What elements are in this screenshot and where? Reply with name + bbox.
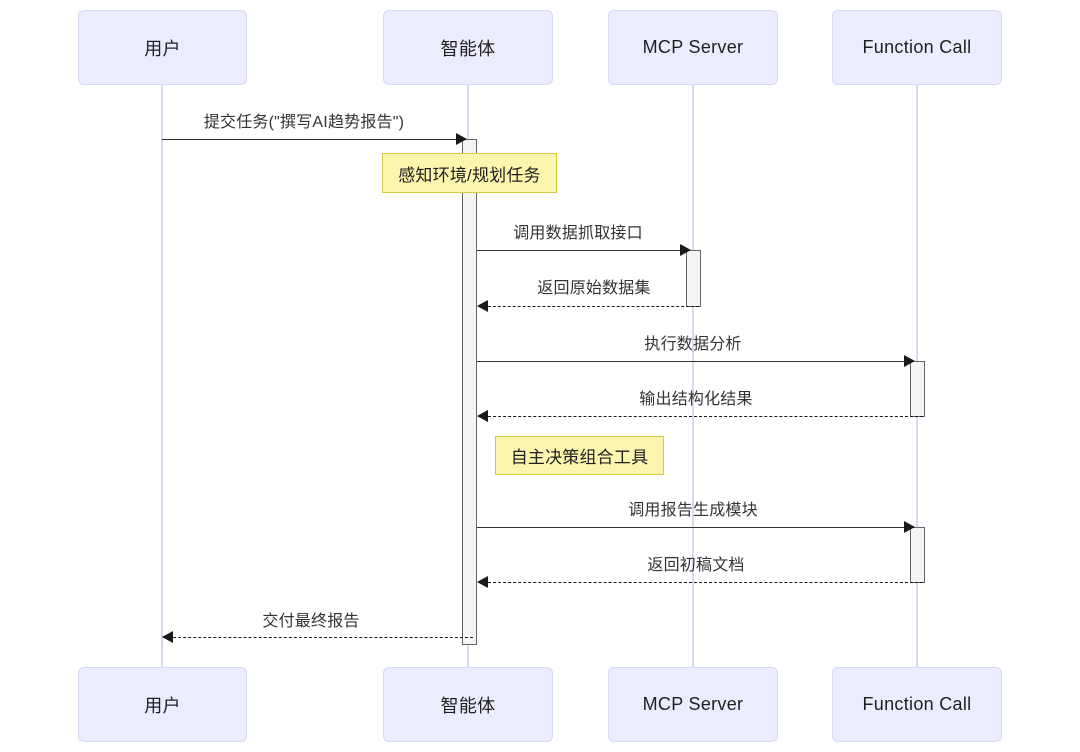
message-label: 交付最终报告	[262, 613, 360, 630]
participant-label: 用户	[144, 695, 181, 716]
arrow-head-left	[477, 300, 488, 312]
participant-label: Function Call	[862, 694, 972, 714]
sequence-diagram-canvas: 用户 智能体 MCP Server Function Call 用户 智能体 MCP Ser…	[0, 0, 1080, 752]
message-label: 执行数据分析	[644, 336, 742, 353]
message-line	[477, 527, 914, 528]
message-line	[162, 139, 466, 140]
participant-label: 智能体	[440, 38, 496, 59]
participant-mcp-bottom[interactable]: MCP Server	[608, 667, 778, 742]
note-label: 自主决策组合工具	[510, 448, 649, 467]
participant-function-top[interactable]: Function Call	[832, 10, 1002, 85]
arrow-head-right	[904, 521, 915, 533]
message-label: 调用数据抓取接口	[513, 225, 643, 242]
act-function-2	[910, 527, 925, 583]
participant-label: 用户	[144, 38, 181, 59]
message-line	[478, 582, 923, 583]
participant-agent-top[interactable]: 智能体	[383, 10, 553, 85]
arrow-head-left	[477, 576, 488, 588]
message-label: 调用报告生成模块	[628, 502, 758, 519]
message-label: 返回初稿文档	[647, 557, 745, 574]
message-label: 输出结构化结果	[639, 391, 753, 408]
participant-label: Function Call	[862, 37, 972, 57]
act-mcp	[686, 250, 701, 307]
participant-mcp-top[interactable]: MCP Server	[608, 10, 778, 85]
note-n1: 感知环境/规划任务	[382, 153, 557, 193]
lifeline-mcp	[692, 85, 694, 667]
act-function-1	[910, 361, 925, 417]
participant-function-bottom[interactable]: Function Call	[832, 667, 1002, 742]
participant-user-bottom[interactable]: 用户	[78, 667, 247, 742]
message-line	[478, 416, 923, 417]
act-agent	[462, 139, 477, 645]
note-n2: 自主决策组合工具	[495, 436, 664, 475]
arrow-head-left	[162, 631, 173, 643]
message-label: 返回原始数据集	[537, 280, 651, 297]
message-line	[477, 250, 690, 251]
message-line	[478, 306, 699, 307]
participant-label: MCP Server	[642, 37, 744, 57]
arrow-head-right	[680, 244, 691, 256]
lifeline-user	[161, 85, 163, 667]
participant-label: 智能体	[440, 695, 496, 716]
message-label: 提交任务("撰写AI趋势报告")	[203, 114, 405, 131]
note-label: 感知环境/规划任务	[398, 165, 541, 185]
arrow-head-right	[456, 133, 467, 145]
participant-user-top[interactable]: 用户	[78, 10, 247, 85]
arrow-head-right	[904, 355, 915, 367]
arrow-head-left	[477, 410, 488, 422]
message-line	[163, 637, 473, 638]
message-line	[477, 361, 914, 362]
participant-label: MCP Server	[642, 694, 744, 714]
participant-agent-bottom[interactable]: 智能体	[383, 667, 553, 742]
